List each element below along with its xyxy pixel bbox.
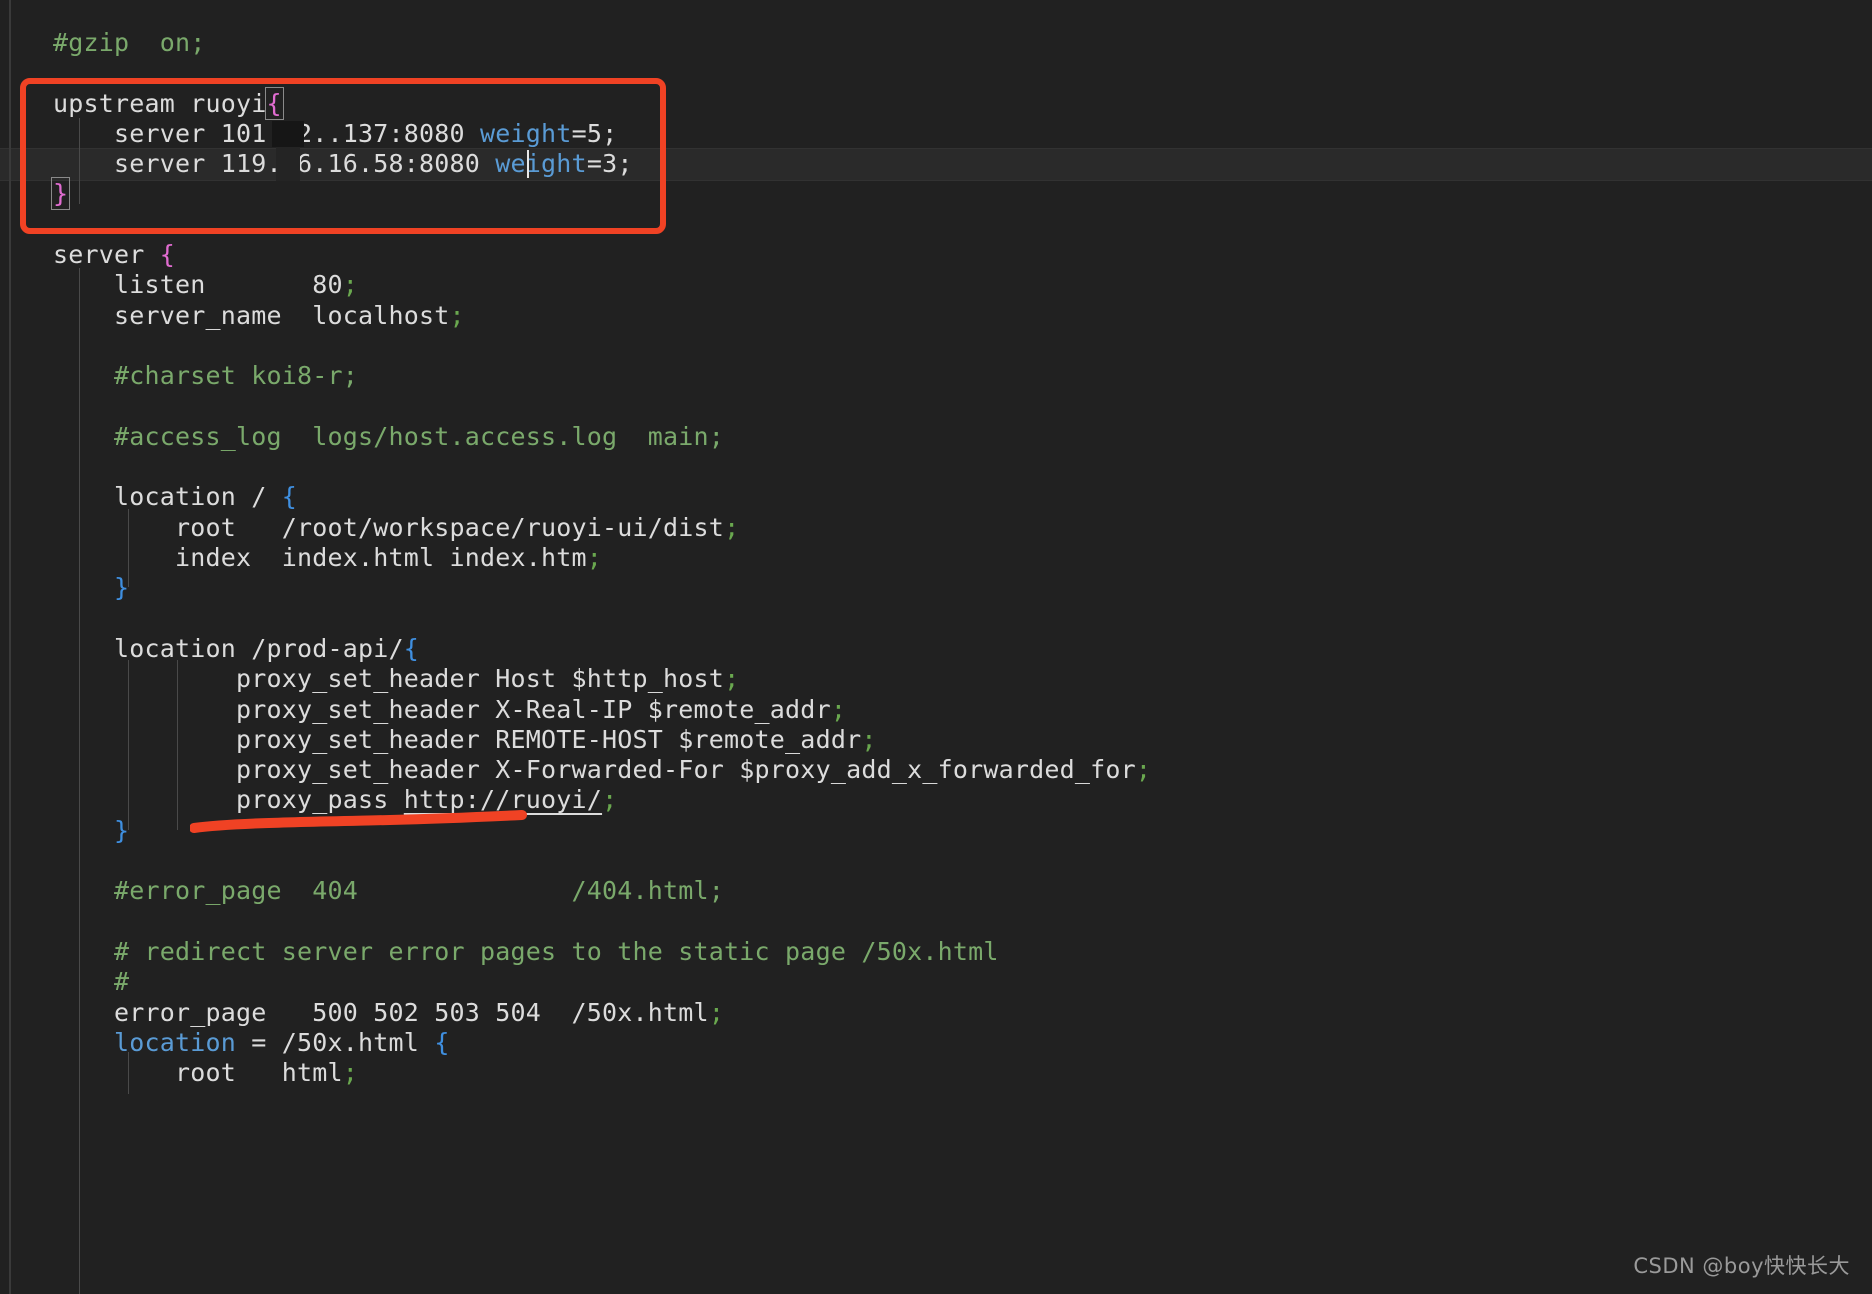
code-line[interactable]: proxy_set_header Host $http_host; [0, 664, 1872, 694]
token-semicolon: ; [708, 997, 725, 1027]
token-semicolon: ; [342, 270, 359, 300]
token-listen: listen 80 [53, 270, 343, 300]
code-line-blank[interactable] [0, 331, 1872, 361]
token-comment: # redirect server error pages to the sta… [53, 936, 999, 966]
token-semicolon: ; [586, 543, 603, 573]
token-index-directive: index index.html index.htm [53, 543, 587, 573]
token-open-brace: { [159, 240, 176, 270]
code-line[interactable]: location = /50x.html { [0, 1028, 1872, 1058]
code-line-blank[interactable] [0, 604, 1872, 634]
token-comment: #gzip on; [53, 28, 206, 57]
token-close-brace: } [53, 573, 130, 603]
code-line[interactable]: proxy_set_header REMOTE-HOST $remote_add… [0, 725, 1872, 755]
token-proxy-set-header: proxy_set_header X-Forwarded-For $proxy_… [53, 755, 1136, 785]
token-location-keyword: location [114, 1027, 237, 1057]
code-line[interactable]: server_name localhost; [0, 301, 1872, 331]
code-line[interactable]: root html; [0, 1058, 1872, 1088]
token-semicolon: ; [449, 300, 465, 330]
code-line[interactable]: # [0, 967, 1872, 997]
token-comment: #error_page 404 /404.html; [53, 876, 725, 906]
code-line[interactable]: root /root/workspace/ruoyi-ui/dist; [0, 513, 1872, 543]
ip-redaction-box-1 [272, 121, 304, 147]
token-weight-keyword: weight [480, 118, 572, 148]
code-line-blank[interactable] [0, 392, 1872, 422]
token-comment: # [53, 967, 130, 997]
token-weight-value: =3; [586, 149, 633, 179]
ip-redaction-box-2 [276, 147, 300, 181]
token-server-ip-tail: .137:8080 [327, 118, 481, 148]
token-proxy-set-header: proxy_set_header X-Real-IP $remote_addr [53, 694, 831, 724]
code-line[interactable]: server { [0, 240, 1872, 270]
token-proxy-set-header: proxy_set_header Host $http_host [53, 664, 725, 694]
token-weight-value: =5; [571, 118, 618, 148]
code-line[interactable]: #error_page 404 /404.html; [0, 876, 1872, 906]
token-location-root: location / [53, 482, 282, 512]
token-semicolon: ; [830, 694, 847, 724]
proxy-pass-underline [190, 810, 527, 833]
code-line[interactable]: location /prod-api/{ [0, 634, 1872, 664]
token-open-brace: { [264, 86, 284, 120]
code-line[interactable]: upstream ruoyi{ [0, 86, 1872, 120]
token-server-block: server [53, 240, 160, 270]
token-semicolon: ; [602, 785, 618, 815]
token-close-brace: } [53, 815, 130, 845]
code-line[interactable]: } [0, 177, 1872, 211]
code-line[interactable]: #charset koi8-r; [0, 361, 1872, 391]
code-line[interactable]: #access_log logs/host.access.log main; [0, 422, 1872, 452]
token-location-prod: location /prod-api/ [53, 633, 404, 663]
token-comment: #charset koi8-r; [53, 361, 359, 391]
code-line[interactable]: #gzip on; [0, 28, 1872, 58]
token-comment: #access_log logs/host.access.log main; [53, 421, 725, 451]
token-semicolon: ; [342, 1058, 359, 1088]
token-proxy-set-header: proxy_set_header REMOTE-HOST $remote_add… [53, 724, 862, 754]
code-line[interactable]: location / { [0, 482, 1872, 512]
text-caret [527, 150, 529, 178]
token-semicolon: ; [724, 512, 740, 542]
code-line[interactable]: proxy_set_header X-Real-IP $remote_addr; [0, 695, 1872, 725]
code-line[interactable]: # redirect server error pages to the sta… [0, 937, 1872, 967]
token-open-brace: { [403, 633, 420, 663]
code-line-blank[interactable] [0, 58, 1872, 88]
token-weight-keyword: weight [495, 149, 587, 179]
code-line[interactable]: error_page 500 502 503 504 /50x.html; [0, 998, 1872, 1028]
code-line-blank[interactable] [0, 210, 1872, 240]
token-error-page: error_page 500 502 503 504 /50x.html [53, 997, 709, 1027]
code-line-blank[interactable] [0, 452, 1872, 482]
code-line[interactable]: proxy_set_header X-Forwarded-For $proxy_… [0, 755, 1872, 785]
token-server-name: server_name localhost [53, 300, 450, 330]
csdn-watermark: CSDN @boy快快长大 [1633, 1254, 1850, 1278]
token-open-brace: { [281, 482, 298, 512]
token-open-brace: { [434, 1027, 450, 1057]
token-semicolon: ; [1135, 755, 1152, 785]
token-server-ip-tail: 6.58:8080 [342, 149, 496, 179]
token-semicolon: ; [724, 664, 740, 694]
token-upstream-decl: upstream ruoyi [53, 88, 267, 118]
code-line-blank[interactable] [0, 846, 1872, 876]
code-line[interactable]: index index.html index.htm; [0, 543, 1872, 573]
token-root-directive: root html [53, 1058, 343, 1088]
token-semicolon: ; [861, 724, 877, 754]
code-line[interactable]: } [0, 573, 1872, 603]
code-editor[interactable]: #gzip on; upstream ruoyi{ server 101.42.… [0, 0, 1872, 1294]
code-line[interactable]: listen 80; [0, 270, 1872, 300]
token-close-brace: } [50, 177, 71, 211]
token-location-path: = /50x.html [236, 1027, 435, 1057]
code-line-blank[interactable] [0, 907, 1872, 937]
token-root-directive: root /root/workspace/ruoyi-ui/dist [53, 512, 725, 542]
